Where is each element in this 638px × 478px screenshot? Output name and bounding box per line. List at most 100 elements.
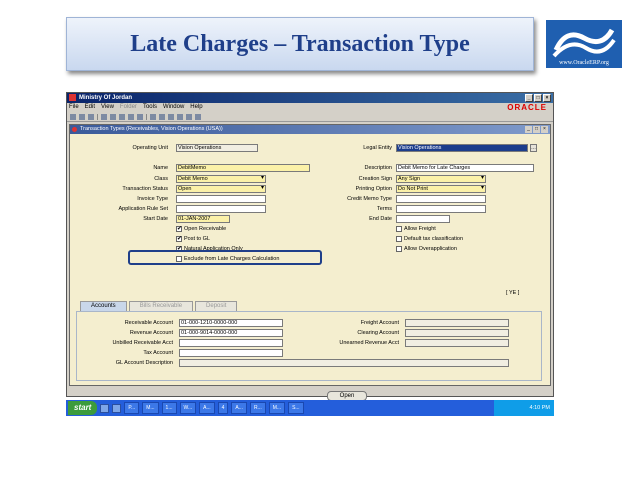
class-select[interactable]: Debit Memo bbox=[176, 175, 266, 183]
taskbar-item[interactable]: S... bbox=[288, 402, 304, 414]
menu-tools[interactable]: Tools bbox=[143, 103, 157, 112]
oracle-brand: ORACLE bbox=[507, 103, 547, 112]
checkbox-label: Allow Freight bbox=[404, 226, 436, 232]
taskbar-item[interactable]: W... bbox=[179, 402, 197, 414]
revenue-account-field[interactable]: 01-000-9014-0000-000 bbox=[179, 329, 283, 337]
delete-icon[interactable] bbox=[137, 113, 143, 120]
accounts-panel: Receivable Account 01-000-1210-0000-000 … bbox=[76, 311, 542, 381]
quicklaunch-icon[interactable] bbox=[112, 403, 122, 413]
form-icon bbox=[72, 127, 77, 132]
form-close-icon[interactable]: × bbox=[541, 126, 548, 133]
copy-icon[interactable] bbox=[110, 113, 116, 120]
taskbar-item[interactable]: P... bbox=[124, 402, 140, 414]
descriptive-flexfield[interactable]: [ YE ] bbox=[506, 290, 519, 296]
translate-icon[interactable] bbox=[168, 113, 174, 120]
post-to-gl-checkbox[interactable]: ✔ Post to GL bbox=[176, 236, 210, 242]
gl-account-description-label: GL Account Description bbox=[115, 360, 173, 366]
menu-window[interactable]: Window bbox=[163, 103, 184, 112]
unbilled-receivable-field[interactable] bbox=[179, 339, 283, 347]
zoom-icon[interactable] bbox=[159, 113, 165, 120]
toolbar bbox=[67, 112, 553, 122]
clear-icon[interactable] bbox=[128, 113, 134, 120]
operating-unit-field[interactable]: Vision Operations bbox=[176, 144, 258, 152]
credit-memo-type-field[interactable] bbox=[396, 195, 486, 203]
terms-field[interactable] bbox=[396, 205, 486, 213]
taskbar-item[interactable]: R... bbox=[249, 402, 266, 414]
freight-account-field[interactable] bbox=[405, 319, 509, 327]
allow-overapplication-checkbox[interactable]: Allow Overapplication bbox=[396, 246, 457, 252]
checkbox-box[interactable] bbox=[396, 236, 402, 242]
tax-account-field[interactable] bbox=[179, 349, 283, 357]
description-field[interactable]: Debit Memo for Late Charges bbox=[396, 164, 534, 172]
tab-bills-receivable[interactable]: Bills Receivable bbox=[128, 301, 194, 311]
checkbox-box[interactable] bbox=[396, 246, 402, 252]
menu-edit[interactable]: Edit bbox=[85, 103, 95, 112]
name-field[interactable]: DebitMemo bbox=[176, 164, 310, 172]
unbilled-receivable-label: Unbilled Receivable Acct bbox=[112, 340, 173, 346]
taskbar-item[interactable]: 4 bbox=[217, 402, 229, 414]
clearing-account-label: Clearing Account bbox=[357, 330, 399, 336]
default-tax-classification-checkbox[interactable]: Default tax classification bbox=[396, 236, 463, 242]
legal-entity-field[interactable]: Vision Operations bbox=[396, 144, 528, 152]
oracleerp-logo: www.OracleERP.org bbox=[546, 20, 622, 68]
class-label: Class bbox=[154, 176, 168, 182]
start-date-field[interactable]: 01-JAN-2007 bbox=[176, 215, 230, 223]
taskbar-item[interactable]: M... bbox=[268, 402, 286, 414]
application-rule-set-field[interactable] bbox=[176, 205, 266, 213]
minimize-icon[interactable]: _ bbox=[525, 94, 533, 102]
highlight-box bbox=[128, 250, 322, 265]
find-icon[interactable] bbox=[79, 113, 85, 120]
edit-icon[interactable] bbox=[150, 113, 156, 120]
folder-icon[interactable] bbox=[186, 113, 192, 120]
creation-sign-label: Creation Sign bbox=[358, 176, 392, 182]
form-maximize-icon[interactable]: □ bbox=[533, 126, 540, 133]
open-receivable-checkbox[interactable]: ✔ Open Receivable bbox=[176, 226, 226, 232]
clearing-account-field[interactable] bbox=[405, 329, 509, 337]
checkbox-box[interactable]: ✔ bbox=[176, 236, 182, 242]
attachments-icon[interactable] bbox=[177, 113, 183, 120]
form-minimize-icon[interactable]: _ bbox=[525, 126, 532, 133]
transaction-status-label: Transaction Status bbox=[122, 186, 168, 192]
tax-account-label: Tax Account bbox=[143, 350, 173, 356]
allow-freight-checkbox[interactable]: Allow Freight bbox=[396, 226, 436, 232]
unearned-revenue-field[interactable] bbox=[405, 339, 509, 347]
description-label: Description bbox=[364, 165, 392, 171]
legal-entity-lov-button[interactable]: … bbox=[530, 144, 537, 152]
taskbar-item[interactable]: 1... bbox=[161, 402, 177, 414]
checkbox-box[interactable] bbox=[396, 226, 402, 232]
taskbar-item[interactable]: A... bbox=[231, 402, 247, 414]
menu-view[interactable]: View bbox=[101, 103, 114, 112]
menu-file[interactable]: File bbox=[69, 103, 79, 112]
tab-accounts[interactable]: Accounts bbox=[80, 301, 127, 311]
checkbox-box[interactable]: ✔ bbox=[176, 226, 182, 232]
close-icon[interactable]: × bbox=[543, 94, 551, 102]
checkbox-label: Allow Overapplication bbox=[404, 246, 457, 252]
new-icon[interactable] bbox=[70, 113, 76, 120]
terms-label: Terms bbox=[377, 206, 392, 212]
creation-sign-select[interactable]: Any Sign bbox=[396, 175, 486, 183]
unearned-revenue-label: Unearned Revenue Acct bbox=[339, 340, 399, 346]
taskbar-item[interactable]: A... bbox=[199, 402, 215, 414]
printing-option-select[interactable]: Do Not Print bbox=[396, 185, 486, 193]
quicklaunch-icon[interactable] bbox=[100, 403, 110, 413]
receivable-account-field[interactable]: 01-000-1210-0000-000 bbox=[179, 319, 283, 327]
tab-deposit[interactable]: Deposit bbox=[195, 301, 238, 311]
help-icon[interactable] bbox=[195, 113, 201, 120]
menu-folder[interactable]: Folder bbox=[120, 103, 137, 112]
transaction-status-select[interactable]: Open bbox=[176, 185, 266, 193]
end-date-field[interactable] bbox=[396, 215, 450, 223]
form-title: Transaction Types (Receivables, Vision O… bbox=[80, 126, 223, 132]
menu-help[interactable]: Help bbox=[190, 103, 202, 112]
slide-title-box: Late Charges – Transaction Type bbox=[66, 17, 534, 71]
revenue-account-label: Revenue Account bbox=[129, 330, 173, 336]
start-button[interactable]: start bbox=[68, 401, 98, 415]
taskbar-item[interactable]: M... bbox=[142, 402, 159, 414]
maximize-icon[interactable]: □ bbox=[534, 94, 542, 102]
receivable-account-label: Receivable Account bbox=[124, 320, 173, 326]
paste-icon[interactable] bbox=[119, 113, 125, 120]
invoice-type-field[interactable] bbox=[176, 195, 266, 203]
navigator-icon[interactable] bbox=[88, 113, 94, 120]
slide-title: Late Charges – Transaction Type bbox=[130, 30, 470, 57]
system-tray-clock: 4:10 PM bbox=[494, 400, 554, 416]
cut-icon[interactable] bbox=[101, 113, 107, 120]
